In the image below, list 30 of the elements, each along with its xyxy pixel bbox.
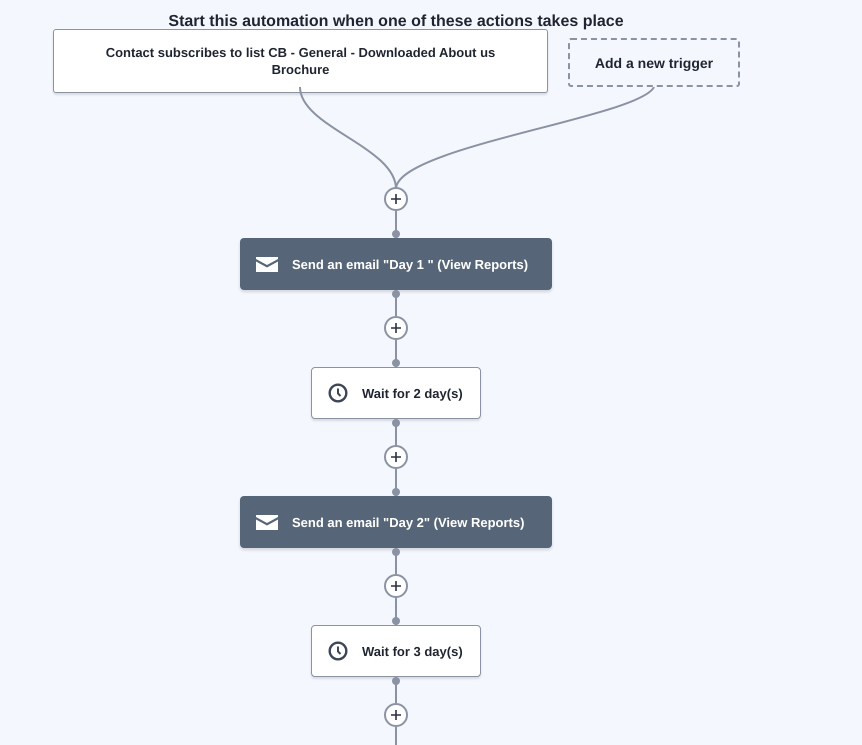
wait-step[interactable]: Wait for 3 day(s) [311, 625, 481, 677]
trigger-card[interactable]: Contact subscribes to list CB - General - Downloaded About us Brochure [53, 29, 548, 93]
connector-line [392, 419, 400, 445]
connector-line [392, 598, 400, 625]
connector-line [392, 290, 400, 316]
connector-line [392, 211, 400, 238]
plus-icon [390, 709, 402, 721]
connector-line [392, 548, 400, 574]
plus-icon [390, 451, 402, 463]
connector-line [392, 469, 400, 496]
clock-icon [328, 641, 348, 661]
add-trigger-button[interactable]: Add a new trigger [568, 38, 740, 87]
connector-line [392, 677, 400, 703]
add-step-button[interactable] [384, 445, 408, 469]
plus-icon [390, 580, 402, 592]
clock-icon [328, 383, 348, 403]
envelope-icon [256, 514, 278, 530]
email-step[interactable]: Send an email "Day 1 " (View Reports) [240, 238, 552, 290]
connector-line [392, 340, 400, 367]
add-step-button[interactable] [384, 703, 408, 727]
connector-line [392, 727, 400, 745]
plus-icon [390, 322, 402, 334]
section-title: Start this automation when one of these actions takes place [167, 12, 625, 29]
add-step-button[interactable] [384, 316, 408, 340]
envelope-icon [256, 256, 278, 272]
add-step-button[interactable] [384, 574, 408, 598]
plus-icon [390, 193, 402, 205]
add-step-button[interactable] [384, 187, 408, 211]
wait-step[interactable]: Wait for 2 day(s) [311, 367, 481, 419]
email-step[interactable]: Send an email "Day 2" (View Reports) [240, 496, 552, 548]
